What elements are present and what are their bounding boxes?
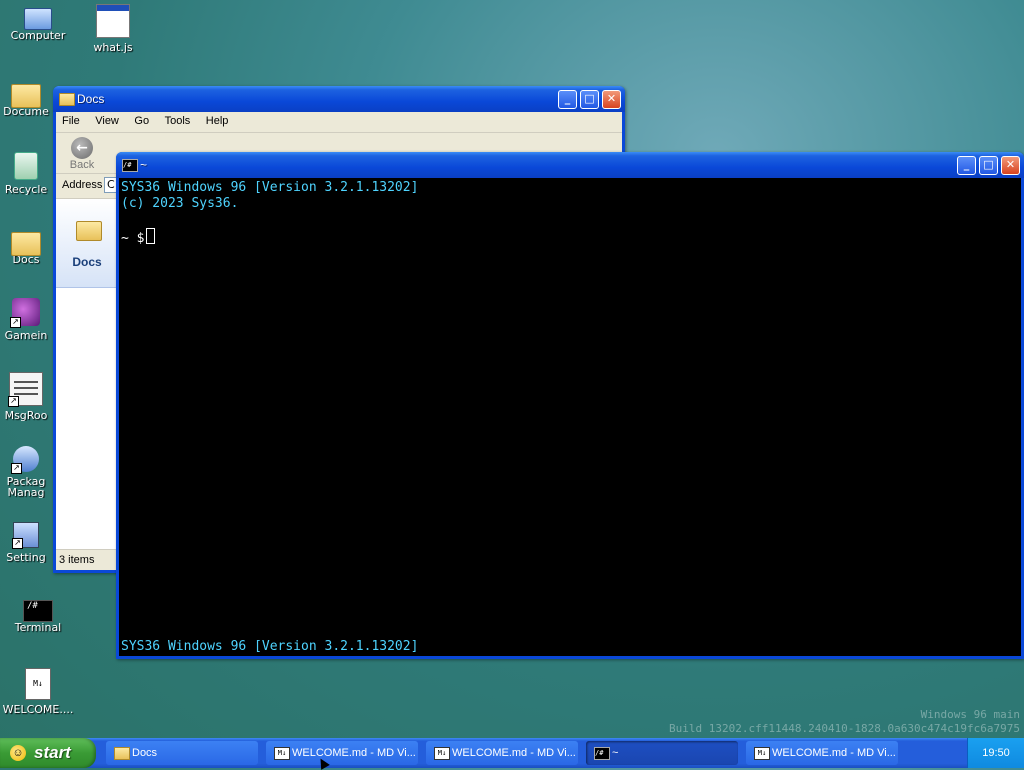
taskbar-item-label: WELCOME.md - MD Vi...	[452, 747, 576, 759]
side-pane-title: Docs	[72, 255, 102, 269]
taskbar: ☺ start Docs M↓ WELCOME.md - MD Vi... M↓…	[0, 738, 1024, 768]
desktop-icon-what-js[interactable]: what.js	[75, 4, 151, 53]
desktop-icon-label: Setting	[6, 552, 46, 563]
terminal-icon: /#	[122, 159, 138, 172]
minimize-button[interactable]: _	[957, 156, 976, 175]
close-button[interactable]: ✕	[602, 90, 621, 109]
item-count: 3 items	[59, 554, 95, 566]
desktop-icon-label: WELCOME....	[2, 704, 74, 715]
start-smiley-icon: ☺	[10, 745, 26, 761]
md-icon: M↓	[434, 747, 450, 760]
menu-view[interactable]: View	[89, 112, 125, 130]
menu-go[interactable]: Go	[128, 112, 155, 130]
package-icon: ↗	[11, 446, 39, 474]
watermark-line: Windows 96 main	[920, 708, 1020, 721]
computer-icon	[24, 8, 52, 30]
desktop-icon-label: MsgRoo	[4, 410, 48, 421]
recycle-bin-icon	[14, 152, 38, 180]
taskbar-item-label: WELCOME.md - MD Vi...	[292, 747, 416, 759]
terminal-titlebar[interactable]: /# ~ _ □ ✕	[116, 152, 1024, 178]
window-title: ~	[140, 158, 148, 172]
msgroom-icon: ↗	[8, 372, 43, 407]
taskbar-item-welcome-md[interactable]: M↓ WELCOME.md - MD Vi...	[266, 741, 418, 765]
desktop-icon-gamein[interactable]: ↗ Gamein	[0, 298, 52, 341]
taskbar-item-label: WELCOME.md - MD Vi...	[772, 747, 896, 759]
terminal-line: (c) 2023 Sys36.	[121, 196, 239, 211]
folder-icon	[76, 221, 102, 241]
taskbar-item-welcome-md[interactable]: M↓ WELCOME.md - MD Vi...	[746, 741, 898, 765]
taskbar-item-label: Docs	[132, 747, 158, 759]
desktop-icon-welcome-md[interactable]: M↓ WELCOME....	[0, 668, 76, 715]
terminal-window[interactable]: /# ~ _ □ ✕ SYS36 Windows 96 [Version 3.2…	[116, 152, 1024, 659]
menu-file[interactable]: File	[56, 112, 86, 130]
window-title: Docs	[77, 92, 105, 106]
back-label: Back	[69, 159, 95, 171]
watermark-line: Build 13202.cff11448.240410-1828.0a630c4…	[669, 722, 1020, 735]
taskbar-item-label: ~	[612, 747, 619, 759]
folder-icon	[59, 93, 75, 106]
folder-icon	[114, 747, 130, 760]
desktop-icon-documents[interactable]: Docume	[0, 78, 52, 117]
desktop-icon-label: Computer	[10, 30, 66, 41]
close-button[interactable]: ✕	[1001, 156, 1020, 175]
settings-icon: ↗	[12, 522, 39, 549]
side-pane: Docs	[56, 199, 118, 288]
shell-prompt: ~ $	[121, 231, 145, 246]
menu-bar: File View Go Tools Help	[56, 112, 622, 133]
folder-icon	[11, 232, 41, 256]
desktop-icon-msgroom[interactable]: ↗ MsgRoo	[0, 372, 52, 421]
start-button[interactable]: ☺ start	[0, 738, 96, 768]
desktop-icon-label: Gamein	[4, 330, 48, 341]
terminal-icon: /#	[594, 747, 610, 760]
text-cursor	[146, 228, 156, 244]
desktop-icon-computer[interactable]: Computer	[0, 4, 76, 41]
terminal-output[interactable]: SYS36 Windows 96 [Version 3.2.1.13202] (…	[119, 178, 1021, 656]
js-file-icon	[96, 4, 130, 38]
address-label: Address	[62, 179, 103, 191]
desktop-icon-package-manager[interactable]: ↗ Packag Manag	[0, 446, 52, 498]
terminal-line: SYS36 Windows 96 [Version 3.2.1.13202]	[121, 180, 419, 195]
build-watermark: Windows 96 main Build 13202.cff11448.2404…	[669, 708, 1020, 736]
system-tray-clock[interactable]: 19:50	[967, 738, 1024, 768]
markdown-file-icon: M↓	[25, 668, 51, 700]
minimize-button[interactable]: _	[558, 90, 577, 109]
maximize-button[interactable]: □	[979, 156, 998, 175]
terminal-icon: /#	[23, 600, 53, 622]
taskbar-item-docs[interactable]: Docs	[106, 741, 258, 765]
desktop-icon-label: Terminal	[14, 622, 62, 633]
md-icon: M↓	[274, 747, 290, 760]
back-arrow-icon: ←	[71, 137, 93, 159]
taskbar-item-welcome-md[interactable]: M↓ WELCOME.md - MD Vi...	[426, 741, 578, 765]
back-button[interactable]: ← Back	[68, 137, 96, 171]
desktop-icon-docs[interactable]: Docs	[0, 226, 52, 265]
documents-folder-icon	[11, 84, 41, 108]
start-label: start	[34, 743, 71, 762]
desktop-icon-terminal[interactable]: /# Terminal	[0, 596, 76, 633]
taskbar-item-terminal[interactable]: /# ~	[586, 741, 738, 765]
md-icon: M↓	[754, 747, 770, 760]
desktop-icon-label: Packag Manag	[6, 476, 46, 498]
desktop-icon-settings[interactable]: ↗ Setting	[0, 522, 52, 563]
desktop-icon-label: what.js	[93, 42, 133, 53]
desktop-icon-label: Recycle	[4, 184, 48, 195]
terminal-prompt-line: ~ $	[121, 228, 1019, 247]
game-cube-icon: ↗	[10, 298, 40, 328]
desktop-icon-recycle[interactable]: Recycle	[0, 152, 52, 195]
menu-tools[interactable]: Tools	[159, 112, 197, 130]
explorer-titlebar[interactable]: Docs _ □ ✕	[53, 86, 625, 112]
maximize-button[interactable]: □	[580, 90, 599, 109]
terminal-footer: SYS36 Windows 96 [Version 3.2.1.13202]	[121, 639, 419, 654]
menu-help[interactable]: Help	[200, 112, 235, 130]
